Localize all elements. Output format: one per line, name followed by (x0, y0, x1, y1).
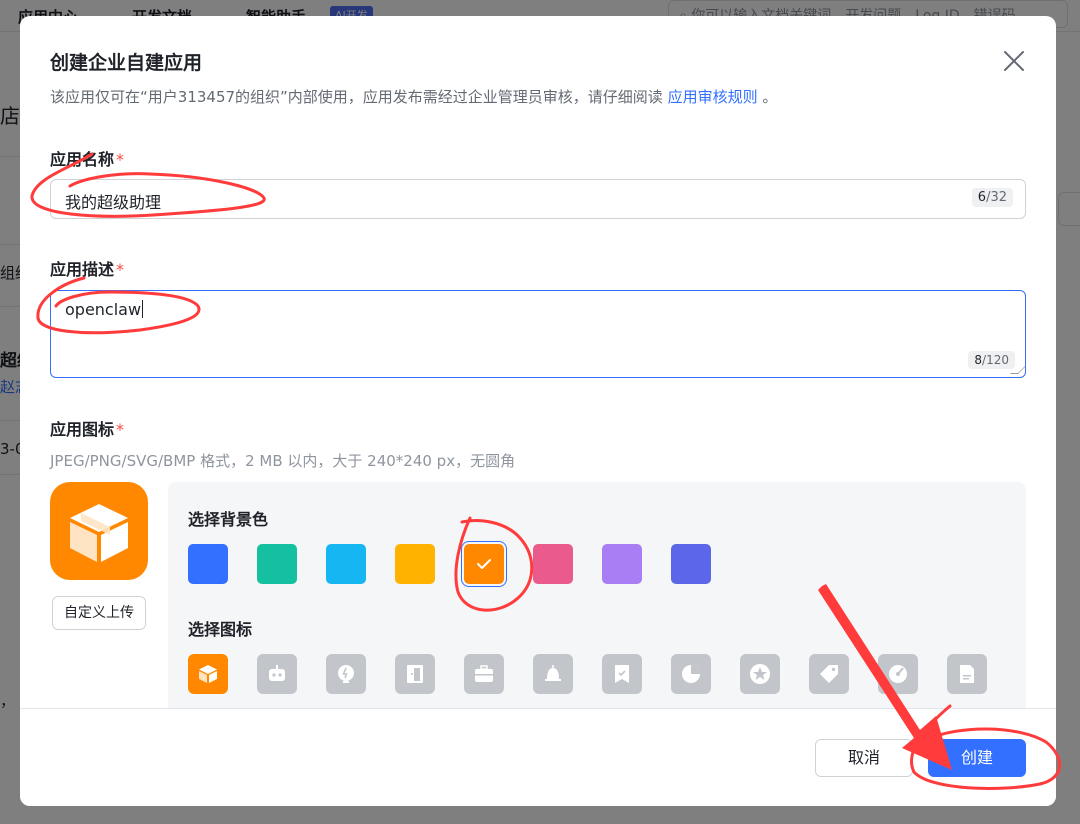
subtitle-text: 该应用仅可在“用户313457的组织”内部使用，应用发布需经过企业管理员审核，请… (50, 88, 663, 106)
icon-option-bell[interactable] (533, 654, 573, 694)
review-rules-link[interactable]: 应用审核规则 (668, 88, 758, 106)
icon-option-dashboard[interactable] (878, 654, 918, 694)
icon-option-box[interactable] (188, 654, 228, 694)
name-char-counter: 6/32 (971, 188, 1013, 207)
icon-format-hint: JPEG/PNG/SVG/BMP 格式，2 MB 以内，大于 240*240 p… (50, 452, 516, 470)
create-button[interactable]: 创建 (928, 739, 1026, 777)
subtitle-end: 。 (762, 88, 778, 106)
app-icon-preview (50, 482, 148, 580)
icon-option-tag[interactable] (809, 654, 849, 694)
briefcase-icon (475, 665, 493, 682)
icon-option-bulb[interactable] (326, 654, 366, 694)
cancel-button[interactable]: 取消 (815, 739, 913, 777)
app-description-label: 应用描述 * (50, 260, 125, 279)
app-name-label: 应用名称 * (50, 150, 125, 169)
app-icon-label: 应用图标 * (50, 420, 125, 439)
icon-option-star[interactable] (740, 654, 780, 694)
bg-color-swatch[interactable] (671, 544, 711, 584)
bg-color-swatch[interactable] (464, 544, 504, 584)
icon-picker-panel: 选择背景色 选择图标 (168, 482, 1026, 742)
required-mark: * (116, 260, 125, 279)
text-caret (142, 300, 144, 318)
bookmark-icon (615, 665, 629, 683)
dashboard-icon (889, 665, 907, 683)
tag-icon (820, 665, 838, 683)
dialog-title: 创建企业自建应用 (50, 52, 203, 74)
icon-option-robot[interactable] (257, 654, 297, 694)
app-name-value: 我的超级助理 (65, 193, 162, 212)
box-icon (199, 665, 217, 683)
bg-color-swatch[interactable] (602, 544, 642, 584)
bulb-icon (338, 665, 354, 683)
icon-option-briefcase[interactable] (464, 654, 504, 694)
door-icon (407, 665, 423, 683)
required-mark: * (116, 420, 125, 439)
icon-option-bookmark[interactable] (602, 654, 642, 694)
dialog-footer: 取消 创建 (20, 708, 1056, 806)
close-icon[interactable] (1002, 49, 1026, 73)
bg-color-swatch[interactable] (395, 544, 435, 584)
bg-color-swatch[interactable] (188, 544, 228, 584)
app-description-textarea[interactable]: openclaw 8/120 (50, 290, 1026, 378)
custom-upload-button[interactable]: 自定义上传 (52, 596, 146, 630)
pie-chart-icon (682, 665, 700, 683)
create-app-dialog: 创建企业自建应用 该应用仅可在“用户313457的组织”内部使用，应用发布需经过… (20, 16, 1056, 806)
icon-option-pie-chart[interactable] (671, 654, 711, 694)
app-description-value: openclaw (65, 300, 144, 319)
bg-color-swatch[interactable] (257, 544, 297, 584)
bg-color-swatch[interactable] (326, 544, 366, 584)
bg-color-swatch[interactable] (533, 544, 573, 584)
star-icon (750, 664, 770, 684)
check-icon (477, 559, 491, 569)
bg-color-label: 选择背景色 (188, 510, 269, 529)
box-icon (70, 504, 128, 562)
icon-option-door[interactable] (395, 654, 435, 694)
icon-select-label: 选择图标 (188, 620, 253, 639)
dialog-subtitle: 该应用仅可在“用户313457的组织”内部使用，应用发布需经过企业管理员审核，请… (50, 86, 777, 107)
required-mark: * (116, 150, 125, 169)
document-icon (960, 665, 974, 683)
app-name-input[interactable]: 我的超级助理 6/32 (50, 179, 1026, 219)
bell-icon (545, 665, 561, 681)
description-char-counter: 8/120 (968, 351, 1015, 369)
robot-icon (269, 665, 285, 681)
icon-option-document[interactable] (947, 654, 987, 694)
